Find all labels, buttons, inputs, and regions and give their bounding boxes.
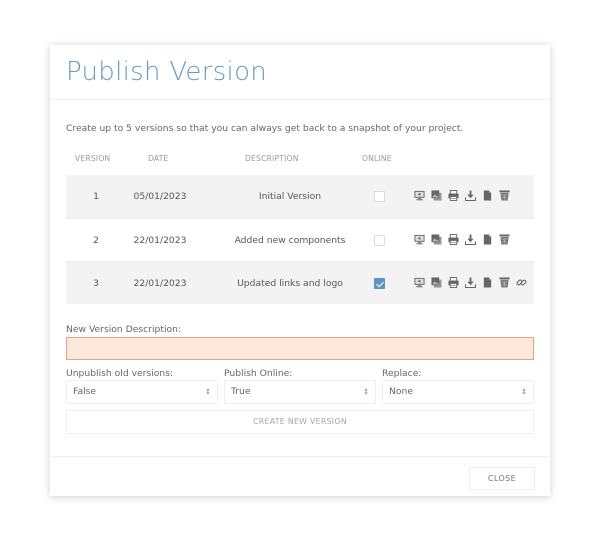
copy-images-icon[interactable] xyxy=(431,234,442,245)
version-date: 05/01/2023 xyxy=(133,191,187,202)
print-icon[interactable] xyxy=(448,190,459,201)
trash-icon[interactable] xyxy=(499,190,510,201)
version-row: 1 05/01/2023 Initial Version xyxy=(66,175,534,218)
header-online: ONLINE xyxy=(362,154,392,163)
version-row: 3 22/01/2023 Updated links and logo xyxy=(66,261,534,304)
select-arrows-icon: ↕ xyxy=(521,388,527,396)
download-icon[interactable] xyxy=(465,190,476,201)
download-icon[interactable] xyxy=(465,277,476,288)
online-checkbox[interactable] xyxy=(374,278,385,289)
version-description: Updated links and logo xyxy=(237,278,343,289)
document-icon[interactable] xyxy=(482,277,493,288)
create-new-version-button[interactable]: CREATE NEW VERSION xyxy=(66,410,534,434)
unpublish-value: False xyxy=(73,386,97,397)
row-actions xyxy=(414,277,527,290)
publish-version-dialog: Publish Version Create up to 5 versions … xyxy=(50,45,550,496)
versions-table-header: VERSION DATE DESCRIPTION ONLINE xyxy=(66,154,534,166)
footer-divider xyxy=(50,456,550,457)
document-icon[interactable] xyxy=(482,234,493,245)
share-screen-icon[interactable] xyxy=(414,277,425,288)
document-icon[interactable] xyxy=(482,190,493,201)
version-date: 22/01/2023 xyxy=(133,278,187,289)
replace-select[interactable]: None ↕ xyxy=(382,380,534,404)
download-icon[interactable] xyxy=(465,234,476,245)
new-version-description-input[interactable] xyxy=(66,337,534,360)
online-checkbox[interactable] xyxy=(374,191,385,202)
publish-online-select[interactable]: True ↕ xyxy=(224,380,376,404)
dialog-title: Publish Version xyxy=(66,57,268,87)
version-description: Added new components xyxy=(234,235,346,246)
version-number: 2 xyxy=(93,235,99,246)
row-actions xyxy=(414,234,510,247)
row-actions xyxy=(414,190,510,203)
header-date: DATE xyxy=(148,154,169,163)
close-button[interactable]: CLOSE xyxy=(469,467,535,490)
select-arrows-icon: ↕ xyxy=(205,388,211,396)
replace-value: None xyxy=(389,386,413,397)
trash-icon[interactable] xyxy=(499,277,510,288)
version-number: 1 xyxy=(93,191,99,202)
trash-icon[interactable] xyxy=(499,234,510,245)
replace-label: Replace: xyxy=(382,368,422,379)
print-icon[interactable] xyxy=(448,277,459,288)
publish-online-label: Publish Online: xyxy=(224,368,293,379)
print-icon[interactable] xyxy=(448,234,459,245)
unpublish-label: Unpublish old versions: xyxy=(66,368,174,379)
version-description: Initial Version xyxy=(258,191,322,202)
intro-text: Create up to 5 versions so that you can … xyxy=(66,123,464,134)
link-icon[interactable] xyxy=(516,277,527,288)
unpublish-select[interactable]: False ↕ xyxy=(66,380,218,404)
header-version: VERSION xyxy=(75,154,111,163)
online-checkbox[interactable] xyxy=(374,235,385,246)
publish-online-value: True xyxy=(231,386,251,397)
dialog-header: Publish Version xyxy=(50,45,550,100)
select-arrows-icon: ↕ xyxy=(363,388,369,396)
version-number: 3 xyxy=(93,278,99,289)
version-date: 22/01/2023 xyxy=(133,235,187,246)
copy-images-icon[interactable] xyxy=(431,277,442,288)
description-label: New Version Description: xyxy=(66,324,182,335)
copy-images-icon[interactable] xyxy=(431,190,442,201)
share-screen-icon[interactable] xyxy=(414,190,425,201)
version-row: 2 22/01/2023 Added new components xyxy=(66,218,534,261)
share-screen-icon[interactable] xyxy=(414,234,425,245)
header-description: DESCRIPTION xyxy=(245,154,299,163)
